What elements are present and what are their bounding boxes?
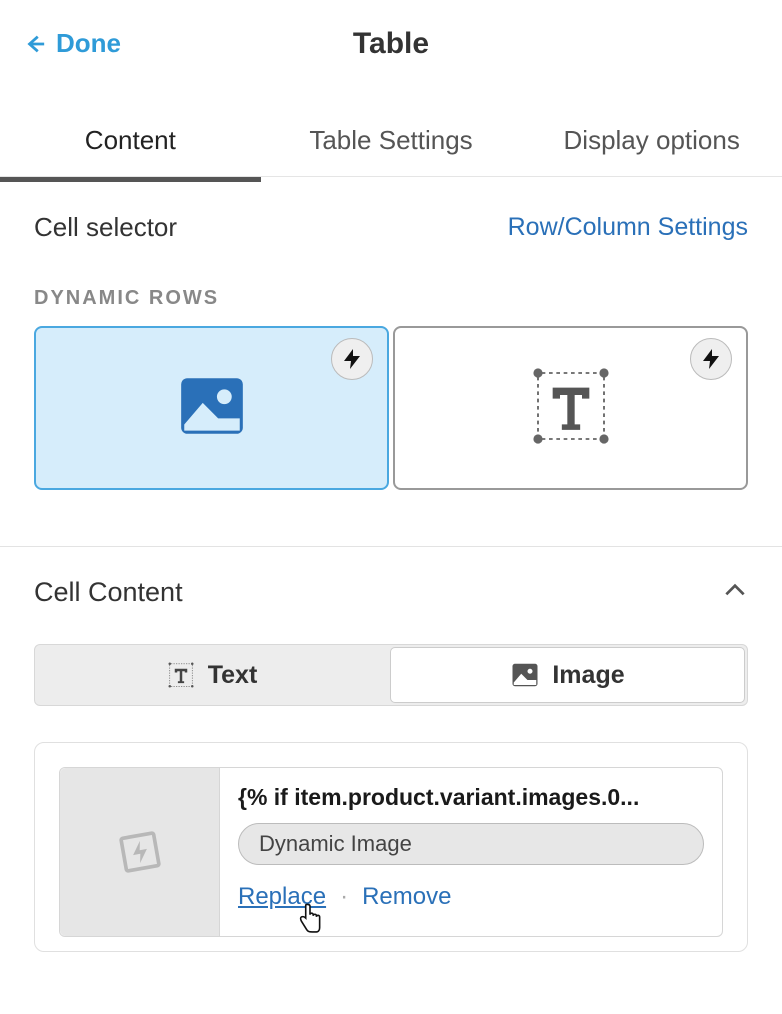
dynamic-rows-label: DYNAMIC ROWS xyxy=(34,287,748,310)
image-thumbnail[interactable] xyxy=(60,768,220,936)
seg-text[interactable]: Text xyxy=(35,645,388,705)
tabs: Content Table Settings Display options xyxy=(0,109,782,177)
done-button[interactable]: Done xyxy=(24,28,121,59)
tab-content[interactable]: Content xyxy=(0,109,261,176)
image-content-box: {% if item.product.variant.images.0... D… xyxy=(34,742,748,952)
arrow-left-icon xyxy=(24,33,46,55)
image-icon xyxy=(510,660,540,690)
seg-text-label: Text xyxy=(208,661,258,690)
dynamic-row-image-cell[interactable] xyxy=(34,326,389,490)
header: Done Table xyxy=(0,0,782,79)
seg-image-label: Image xyxy=(552,661,624,690)
text-block-icon xyxy=(527,362,615,455)
done-label: Done xyxy=(56,28,121,59)
image-icon xyxy=(175,369,249,448)
image-source-expression: {% if item.product.variant.images.0... xyxy=(238,784,704,811)
cursor-pointer-icon xyxy=(296,903,324,940)
page-title: Table xyxy=(353,27,429,61)
placeholder-bolt-image-icon xyxy=(114,827,165,878)
cell-content-title: Cell Content xyxy=(34,577,183,608)
tab-table-settings[interactable]: Table Settings xyxy=(261,109,522,176)
cell-selector-section: Cell selector Row/Column Settings DYNAMI… xyxy=(0,182,782,510)
tab-display-options[interactable]: Display options xyxy=(521,109,782,176)
content-type-segmented: Text Image xyxy=(34,644,748,706)
image-actions: Replace · Remove xyxy=(238,883,704,911)
cell-selector-label: Cell selector xyxy=(34,212,177,243)
cell-content-section: Cell Content Text Image xyxy=(0,547,782,962)
dynamic-row-text-cell[interactable] xyxy=(393,326,748,490)
text-block-icon xyxy=(166,660,196,690)
remove-link[interactable]: Remove xyxy=(362,883,451,911)
row-column-settings-link[interactable]: Row/Column Settings xyxy=(508,213,748,242)
collapse-toggle[interactable] xyxy=(722,577,748,608)
dynamic-image-card: {% if item.product.variant.images.0... D… xyxy=(59,767,723,937)
bolt-icon xyxy=(331,338,373,380)
bolt-icon xyxy=(690,338,732,380)
dynamic-image-pill[interactable]: Dynamic Image xyxy=(238,823,704,865)
separator-dot: · xyxy=(340,883,348,911)
seg-image[interactable]: Image xyxy=(390,647,745,703)
